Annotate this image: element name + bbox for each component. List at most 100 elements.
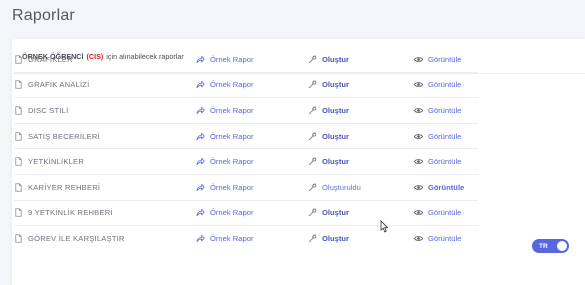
create-report-label: Oluştur: [322, 80, 350, 90]
create-report-button[interactable]: Oluştur: [308, 80, 349, 89]
document-icon: [14, 80, 23, 90]
create-report-label: Oluştur: [322, 233, 350, 243]
reports-table: GRAFİKLER Örnek Rapor Oluştur Görüntüle GRAF…: [14, 47, 478, 251]
report-name-label: GRAFİK ANALİZİ: [28, 80, 90, 90]
report-name-label: DISC STİLİ: [28, 105, 69, 115]
report-name: GRAFİKLER: [14, 55, 73, 64]
view-report-button[interactable]: Görüntüle: [414, 234, 461, 243]
sample-report-link[interactable]: Örnek Rapor: [196, 157, 253, 166]
wrench-icon: [308, 234, 317, 243]
report-name: KARİYER REHBERİ: [14, 183, 100, 192]
create-report-label: Oluştur: [322, 105, 350, 115]
create-report-button[interactable]: Oluşturuldu: [308, 183, 361, 192]
report-name-label: 9 YETKİNLİK REHBERİ: [28, 208, 113, 218]
wrench-icon: [308, 80, 317, 89]
eye-icon: [414, 106, 423, 115]
mouse-cursor-icon: [380, 220, 389, 233]
view-report-button[interactable]: Görüntüle: [414, 157, 461, 166]
report-name: YETKİNLİKLER: [14, 157, 84, 166]
view-report-button[interactable]: Görüntüle: [414, 132, 461, 141]
report-name: SATIŞ BECERİLERİ: [14, 132, 100, 141]
sample-report-link[interactable]: Örnek Rapor: [196, 234, 253, 243]
document-icon: [14, 208, 23, 218]
wrench-icon: [308, 183, 317, 192]
sample-report-label: Örnek Rapor: [210, 182, 254, 192]
sample-report-link[interactable]: Örnek Rapor: [196, 106, 253, 115]
table-row: SATIŞ BECERİLERİ Örnek Rapor Oluştur Görünt…: [14, 122, 478, 149]
sample-report-label: Örnek Rapor: [210, 105, 254, 115]
wrench-icon: [308, 208, 317, 217]
table-row: DISC STİLİ Örnek Rapor Oluştur Görüntüle: [14, 97, 478, 123]
sample-report-label: Örnek Rapor: [210, 54, 254, 64]
view-report-button[interactable]: Görüntüle: [414, 55, 461, 64]
create-report-button[interactable]: Oluştur: [308, 106, 349, 115]
table-row: YETKİNLİKLER Örnek Rapor Oluştur Görüntüle: [14, 148, 478, 174]
view-report-button[interactable]: Görüntüle: [414, 183, 464, 192]
wrench-icon: [308, 106, 317, 115]
language-toggle[interactable]: TR: [532, 239, 569, 253]
share-arrow-icon: [196, 132, 205, 141]
create-report-label: Oluştur: [322, 208, 350, 218]
view-report-label: Görüntüle: [428, 157, 462, 167]
create-report-button[interactable]: Oluştur: [308, 132, 349, 141]
eye-icon: [414, 157, 423, 166]
table-row: GRAFİKLER Örnek Rapor Oluştur Görüntüle: [14, 47, 478, 72]
report-name-label: YETKİNLİKLER: [28, 157, 84, 167]
sample-report-link[interactable]: Örnek Rapor: [196, 183, 253, 192]
report-name-label: KARİYER REHBERİ: [28, 182, 101, 192]
report-name-label: GRAFİKLER: [28, 54, 73, 64]
view-report-button[interactable]: Görüntüle: [414, 106, 461, 115]
report-name: GÖREV İLE KARŞILAŞTIR: [14, 234, 125, 243]
sample-report-label: Örnek Rapor: [210, 208, 254, 218]
share-arrow-icon: [196, 234, 205, 243]
sample-report-link[interactable]: Örnek Rapor: [196, 208, 253, 217]
report-name: GRAFİK ANALİZİ: [14, 80, 89, 89]
eye-icon: [414, 234, 423, 243]
wrench-icon: [308, 157, 317, 166]
report-name-label: SATIŞ BECERİLERİ: [28, 131, 100, 141]
create-report-button[interactable]: Oluştur: [308, 157, 349, 166]
create-report-button[interactable]: Oluştur: [308, 208, 349, 217]
create-report-button[interactable]: Oluştur: [308, 234, 349, 243]
wrench-icon: [308, 55, 317, 64]
eye-icon: [414, 208, 423, 217]
document-icon: [14, 234, 23, 243]
share-arrow-icon: [196, 157, 205, 166]
share-arrow-icon: [196, 55, 205, 64]
language-toggle-label: TR: [539, 242, 548, 250]
share-arrow-icon: [196, 208, 205, 217]
document-icon: [14, 183, 23, 192]
create-report-label: Oluştur: [322, 131, 350, 141]
view-report-button[interactable]: Görüntüle: [414, 208, 461, 217]
create-report-label: Oluştur: [322, 54, 350, 64]
eye-icon: [414, 183, 423, 192]
share-arrow-icon: [196, 106, 205, 115]
page-title: Raporlar: [12, 7, 75, 24]
table-row: KARİYER REHBERİ Örnek Rapor Oluşturuldu Gör…: [14, 173, 478, 200]
wrench-icon: [308, 132, 317, 141]
view-report-label: Görüntüle: [428, 233, 462, 243]
view-report-label: Görüntüle: [428, 105, 462, 115]
sample-report-label: Örnek Rapor: [210, 157, 254, 167]
eye-icon: [414, 80, 423, 89]
table-row: 9 YETKİNLİK REHBERİ Örnek Rapor Oluştur Gör…: [14, 199, 478, 226]
document-icon: [14, 131, 23, 141]
share-arrow-icon: [196, 183, 205, 192]
create-report-button[interactable]: Oluştur: [308, 55, 349, 64]
table-row: GRAFİK ANALİZİ Örnek Rapor Oluştur Görüntül…: [14, 71, 478, 98]
sample-report-label: Örnek Rapor: [210, 131, 254, 141]
sample-report-label: Örnek Rapor: [210, 233, 254, 243]
create-report-label: Oluştur: [322, 157, 350, 167]
sample-report-label: Örnek Rapor: [210, 80, 254, 90]
table-row: GÖREV İLE KARŞILAŞTIR Örnek Rapor Oluştur G…: [14, 225, 478, 251]
eye-icon: [414, 132, 423, 141]
view-report-button[interactable]: Görüntüle: [414, 80, 461, 89]
view-report-label: Görüntüle: [428, 131, 462, 141]
sample-report-link[interactable]: Örnek Rapor: [196, 132, 253, 141]
report-name: 9 YETKİNLİK REHBERİ: [14, 208, 113, 217]
share-arrow-icon: [196, 80, 205, 89]
view-report-label: Görüntüle: [428, 54, 462, 64]
sample-report-link[interactable]: Örnek Rapor: [196, 80, 253, 89]
view-report-label: Görüntüle: [428, 80, 462, 90]
sample-report-link[interactable]: Örnek Rapor: [196, 55, 253, 64]
